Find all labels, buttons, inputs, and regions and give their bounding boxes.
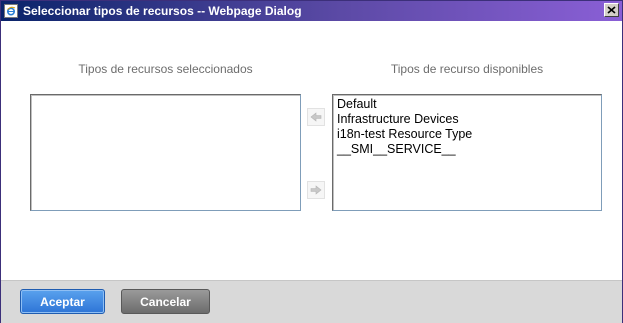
dialog-footer: Aceptar Cancelar [1,280,622,323]
dialog-window: Seleccionar tipos de recursos -- Webpage… [0,0,623,323]
ie-page-icon [4,4,18,18]
list-item-default[interactable]: Default [333,97,601,112]
window-title: Seleccionar tipos de recursos -- Webpage… [23,4,302,18]
arrow-right-icon [310,185,322,195]
cancel-button[interactable]: Cancelar [121,289,210,314]
selected-types-label: Tipos de recursos seleccionados [78,62,253,76]
list-item-i18n-test-resource-type[interactable]: i18n-test Resource Type [333,127,601,142]
move-to-available-button[interactable] [307,181,325,199]
available-types-list[interactable]: Default Infrastructure Devices i18n-test… [332,94,602,211]
accept-button[interactable]: Aceptar [20,289,105,314]
list-item-smi-service[interactable]: __SMI__SERVICE__ [333,142,601,157]
list-item-infrastructure-devices[interactable]: Infrastructure Devices [333,112,601,127]
available-types-label: Tipos de recurso disponibles [390,62,544,76]
close-icon [607,6,616,14]
dialog-content: Tipos de recursos seleccionados Tipos de… [1,22,622,280]
title-bar[interactable]: Seleccionar tipos de recursos -- Webpage… [1,1,622,21]
selected-types-list[interactable] [30,94,301,211]
move-to-selected-button[interactable] [307,108,325,126]
close-button[interactable] [604,3,619,17]
arrow-left-icon [310,112,322,122]
